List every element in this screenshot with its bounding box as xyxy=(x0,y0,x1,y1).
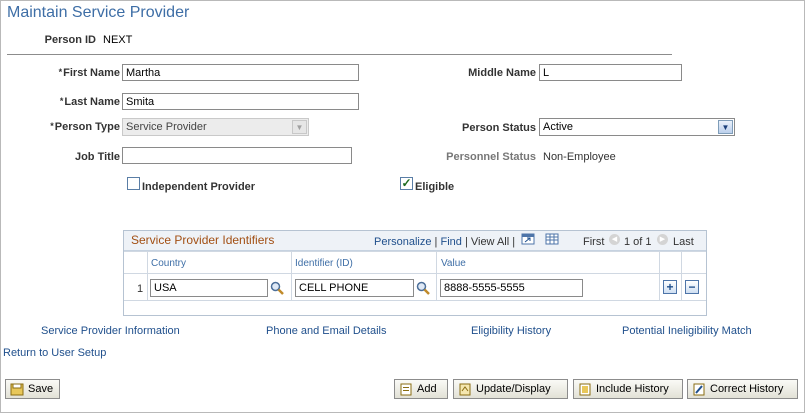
chevron-right-icon: ▶ xyxy=(657,234,668,245)
save-label: Save xyxy=(28,383,54,395)
download-grid-icon[interactable] xyxy=(545,233,560,246)
find-link[interactable]: Find xyxy=(440,236,461,248)
eligibility-history-link[interactable]: Eligibility History xyxy=(471,325,551,337)
person-type-label: *Person Type xyxy=(50,121,120,133)
value-field[interactable] xyxy=(440,279,583,297)
separator: | xyxy=(512,236,516,248)
chevron-left-icon: ◀ xyxy=(609,234,620,245)
update-display-label: Update/Display xyxy=(476,383,551,395)
add-icon xyxy=(400,383,412,395)
independent-provider-checkbox[interactable] xyxy=(127,177,140,190)
last-label: Last xyxy=(673,236,694,248)
add-row-button[interactable]: + xyxy=(663,280,677,294)
eligible-label: Eligible xyxy=(415,181,455,193)
first-label: First xyxy=(583,236,605,248)
personnel-status-value: Non-Employee xyxy=(543,151,616,163)
grid-title: Service Provider Identifiers xyxy=(131,233,275,247)
service-provider-information-link[interactable]: Service Provider Information xyxy=(41,325,180,337)
independent-provider-label: Independent Provider xyxy=(142,181,256,193)
include-history-button[interactable]: Include History xyxy=(573,379,683,399)
grid-line xyxy=(659,251,660,300)
separator: | xyxy=(434,236,438,248)
separator: | xyxy=(464,236,468,248)
grid-line xyxy=(124,300,706,301)
phone-email-details-link[interactable]: Phone and Email Details xyxy=(266,325,386,337)
person-status-value: Active xyxy=(543,121,573,133)
view-all-link[interactable]: View All xyxy=(471,236,509,248)
eligible-checkbox[interactable]: ✓ xyxy=(400,177,413,190)
include-history-label: Include History xyxy=(596,383,669,395)
person-type-value: Service Provider xyxy=(126,121,207,133)
potential-ineligibility-link[interactable]: Potential Ineligibility Match xyxy=(622,325,752,337)
grid-line xyxy=(291,251,292,300)
chevron-down-icon: ▼ xyxy=(292,120,307,134)
update-icon xyxy=(459,383,471,395)
grid-line xyxy=(436,251,437,300)
last-name-label: *Last Name xyxy=(59,96,120,108)
magnifier-icon[interactable] xyxy=(416,281,430,295)
person-type-select: Service Provider ▼ xyxy=(122,118,309,136)
job-title-label: Job Title xyxy=(74,151,120,163)
add-label: Add xyxy=(417,383,437,395)
grid-line xyxy=(147,251,148,300)
add-button[interactable]: Add xyxy=(394,379,448,399)
correct-history-label: Correct History xyxy=(710,383,784,395)
zoom-icon[interactable] xyxy=(521,233,536,246)
personnel-status-label: Personnel Status xyxy=(446,151,536,163)
return-to-user-setup-link[interactable]: Return to User Setup xyxy=(3,347,106,359)
country-field[interactable] xyxy=(150,279,268,297)
grid-line xyxy=(681,251,682,300)
col-header-identifier[interactable]: Identifier (ID) xyxy=(295,258,353,269)
delete-row-button[interactable]: − xyxy=(685,280,699,294)
identifier-field[interactable] xyxy=(295,279,414,297)
last-name-field[interactable] xyxy=(122,93,359,110)
page-title: Maintain Service Provider xyxy=(7,4,190,21)
magnifier-icon[interactable] xyxy=(270,281,284,295)
header-divider xyxy=(7,54,672,55)
history-icon xyxy=(579,383,591,395)
grid-line xyxy=(124,251,706,252)
first-name-label: *First Name xyxy=(58,67,120,79)
person-status-label: Person Status xyxy=(462,122,536,134)
row-range: 1 of 1 xyxy=(624,236,652,248)
job-title-field[interactable] xyxy=(122,147,352,164)
person-id-label: Person ID xyxy=(44,34,96,46)
middle-name-label: Middle Name xyxy=(468,67,536,79)
first-name-field[interactable] xyxy=(122,64,359,81)
chevron-down-icon[interactable]: ▼ xyxy=(718,120,733,134)
personalize-link[interactable]: Personalize xyxy=(374,236,431,248)
update-display-button[interactable]: Update/Display xyxy=(453,379,568,399)
row-number: 1 xyxy=(137,283,144,295)
correct-history-icon xyxy=(693,383,705,395)
person-status-select[interactable]: Active ▼ xyxy=(539,118,735,136)
col-header-country[interactable]: Country xyxy=(151,258,186,269)
grid-line xyxy=(124,273,706,274)
page-frame xyxy=(0,0,805,413)
grid-toolbar: Personalize | Find | View All | xyxy=(374,236,515,248)
save-icon xyxy=(10,383,24,395)
correct-history-button[interactable]: Correct History xyxy=(687,379,798,399)
middle-name-field[interactable] xyxy=(539,64,682,81)
person-id-value: NEXT xyxy=(103,34,133,46)
save-button[interactable]: Save xyxy=(5,379,60,399)
col-header-value[interactable]: Value xyxy=(441,258,466,269)
